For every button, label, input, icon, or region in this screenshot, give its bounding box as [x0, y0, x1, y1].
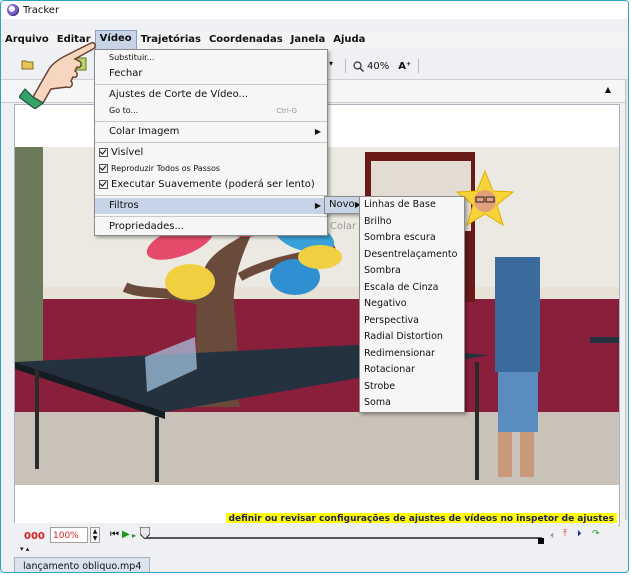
- menu-item-colar-imagem[interactable]: Colar Imagem ▶: [95, 124, 327, 140]
- menu-item-reproduzir[interactable]: Reproduzir Todos os Passos: [95, 161, 327, 177]
- speed-spinner[interactable]: ▲ ▼: [90, 527, 100, 543]
- filter-sombra[interactable]: Sombra: [360, 263, 464, 280]
- menu-item-fechar[interactable]: Fechar: [95, 66, 327, 82]
- goto-shortcut: Ctrl-G: [276, 107, 297, 115]
- menu-trajetorias[interactable]: Trajetórias: [137, 31, 205, 49]
- font-increase-button[interactable]: A⁺: [398, 61, 411, 72]
- player-bar: 000 100% ▲ ▼ ⏮ ▶ ▸ ⏴ ⤒ ⏵ ↷ ▾ ▴: [14, 523, 618, 553]
- menu-item-visivel[interactable]: Visível: [95, 145, 327, 161]
- novo-label: Novo: [329, 199, 355, 210]
- submenu-arrow-icon: ▶: [314, 127, 321, 136]
- zoom-level[interactable]: 40%: [367, 61, 389, 72]
- tracker-app-icon: [7, 4, 19, 16]
- window-title: Tracker: [23, 4, 60, 16]
- menu-item-executar[interactable]: Executar Suavemente (poderá ser lento): [95, 177, 327, 193]
- menu-item-substituir[interactable]: Substituir...: [95, 50, 327, 66]
- menu-separator: [95, 216, 327, 217]
- menu-separator: [95, 84, 327, 85]
- menu-separator: [95, 121, 327, 122]
- menu-ajuda[interactable]: Ajuda: [329, 31, 369, 49]
- propriedades-label: Propriedades...: [109, 221, 184, 232]
- slider-thumb-icon[interactable]: [140, 527, 150, 539]
- frame-counter: 000: [24, 531, 45, 542]
- filter-sombra-escura[interactable]: Sombra escura: [360, 230, 464, 247]
- reproduzir-label: Reproduzir Todos os Passos: [111, 164, 221, 173]
- filter-linhas-de-base[interactable]: Linhas de Base: [360, 197, 464, 214]
- colar-imagem-label: Colar Imagem: [109, 126, 180, 137]
- magnifier-icon[interactable]: [353, 60, 364, 72]
- visivel-label: Visível: [111, 147, 144, 158]
- menu-separator: [95, 142, 327, 143]
- goto-label: Go to...: [109, 106, 139, 115]
- pointing-hand-icon: [19, 41, 96, 109]
- filtros-label: Filtros: [109, 200, 139, 211]
- filter-brilho[interactable]: Brilho: [360, 214, 464, 231]
- executar-label: Executar Suavemente (poderá ser lento): [111, 179, 315, 190]
- step-forward-icon[interactable]: ⏵: [577, 529, 582, 539]
- menu-coordenadas[interactable]: Coordenadas: [205, 31, 287, 49]
- filtros-submenu: Novo ▶: [324, 196, 364, 214]
- checkbox-checked-icon: [99, 147, 108, 157]
- collapse-handle-icon[interactable]: ▾ ▴: [20, 545, 29, 553]
- step-back-icon[interactable]: ⏴: [550, 531, 554, 541]
- playback-speed-field[interactable]: 100%: [50, 527, 88, 543]
- menu-item-colar: Colar: [330, 221, 357, 232]
- menu-separator: [95, 195, 327, 196]
- filter-soma[interactable]: Soma: [360, 395, 464, 412]
- toolbar-separator: [345, 59, 346, 73]
- filter-rotacionar[interactable]: Rotacionar: [360, 362, 464, 379]
- menu-item-novo[interactable]: Novo ▶: [325, 197, 363, 213]
- end-marker-icon[interactable]: [538, 538, 544, 544]
- menu-janela[interactable]: Janela: [287, 31, 330, 49]
- menu-video[interactable]: Vídeo: [94, 30, 137, 50]
- filter-negativo[interactable]: Negativo: [360, 296, 464, 313]
- menu-item-filtros[interactable]: Filtros ▶: [95, 198, 327, 214]
- reset-icon[interactable]: ⏮: [110, 529, 119, 540]
- filter-desentrelacamento[interactable]: Desentrelaçamento: [360, 247, 464, 264]
- playback-slider[interactable]: [144, 537, 542, 539]
- menu-item-ajustes[interactable]: Ajustes de Corte de Vídeo...: [95, 87, 327, 103]
- menu-item-propriedades[interactable]: Propriedades... Colar: [95, 219, 356, 235]
- checkbox-checked-icon: [99, 179, 108, 189]
- filter-perspectiva[interactable]: Perspectiva: [360, 313, 464, 330]
- loop-icon[interactable]: ↷: [592, 529, 600, 539]
- checkbox-checked-icon: [99, 164, 108, 173]
- filter-escala-de-cinza[interactable]: Escala de Cinza: [360, 280, 464, 297]
- menu-item-goto[interactable]: Go to... Ctrl-G: [95, 103, 327, 119]
- title-bar: Tracker: [1, 1, 628, 19]
- toolbar-separator: [418, 59, 420, 73]
- filter-radial-distortion[interactable]: Radial Distortion: [360, 329, 464, 346]
- video-menu: Substituir... Fechar Ajustes de Corte de…: [94, 49, 356, 236]
- collapse-arrow-icon[interactable]: ▲: [605, 85, 611, 94]
- zoom-dropdown-arrow-icon[interactable]: ▾: [329, 59, 333, 68]
- filter-strobe[interactable]: Strobe: [360, 379, 464, 396]
- zoom-controls: 40% A⁺: [341, 59, 423, 73]
- novo-filter-submenu: Linhas de Base Brilho Sombra escura Dese…: [359, 196, 465, 413]
- submenu-arrow-icon: ▶: [314, 201, 321, 210]
- step-icon[interactable]: ▸: [132, 531, 136, 540]
- frame-marker-icon[interactable]: ⤒: [563, 529, 567, 539]
- filter-redimensionar[interactable]: Redimensionar: [360, 346, 464, 363]
- play-icon[interactable]: ▶: [122, 529, 130, 540]
- tracker-window: Tracker Arquivo Editar Vídeo Trajetórias…: [0, 0, 629, 573]
- right-panel-divider[interactable]: [625, 80, 628, 520]
- video-tab[interactable]: lançamento obliquo.mp4: [14, 557, 151, 572]
